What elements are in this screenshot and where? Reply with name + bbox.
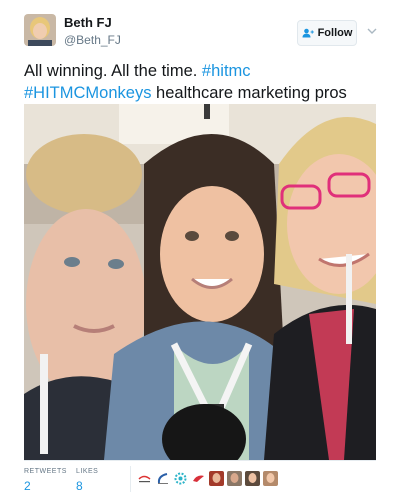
liker-photo <box>227 471 242 486</box>
add-user-icon <box>302 28 314 38</box>
liker-avatar[interactable] <box>137 471 152 486</box>
divider <box>24 460 376 461</box>
liker-avatar[interactable] <box>209 471 224 486</box>
author-name[interactable]: Beth FJ <box>64 15 112 30</box>
liker-avatar[interactable] <box>173 471 188 486</box>
avatar-image <box>24 14 56 46</box>
liker-photo <box>263 471 278 486</box>
follow-button-label: Follow <box>317 27 353 39</box>
tweet-menu-button[interactable] <box>365 24 379 38</box>
liker-logo-icon <box>155 471 170 486</box>
liker-logo-icon <box>137 471 152 486</box>
follow-button[interactable]: Follow <box>297 20 357 46</box>
tweet-text-part: All winning. All the time. <box>24 62 202 80</box>
hashtag-link[interactable]: #HITMCMonkeys <box>24 84 151 102</box>
liker-avatar[interactable] <box>155 471 170 486</box>
retweets-label: RETWEETS <box>24 468 67 475</box>
selfie-photo <box>24 104 376 460</box>
tweet-text-part: healthcare marketing pros <box>151 84 347 102</box>
liker-avatar[interactable] <box>227 471 242 486</box>
tweet-text: All winning. All the time. #hitmc #HITMC… <box>24 60 384 104</box>
author-avatar[interactable] <box>24 14 56 46</box>
stats-separator <box>130 466 131 492</box>
author-handle[interactable]: @Beth_FJ <box>64 33 121 47</box>
liker-logo-icon <box>173 471 188 486</box>
retweets-count[interactable]: 2 <box>24 479 31 493</box>
liker-photo <box>209 471 224 486</box>
liker-logo-icon <box>191 471 206 486</box>
likes-count[interactable]: 8 <box>76 479 83 493</box>
tweet-photo[interactable] <box>24 104 376 460</box>
liker-avatar[interactable] <box>263 471 278 486</box>
liker-photo <box>245 471 260 486</box>
liker-avatar[interactable] <box>245 471 260 486</box>
liker-avatar[interactable] <box>191 471 206 486</box>
chevron-down-icon <box>367 28 377 34</box>
hashtag-link[interactable]: #hitmc <box>202 62 251 80</box>
likes-label: LIKES <box>76 468 99 475</box>
